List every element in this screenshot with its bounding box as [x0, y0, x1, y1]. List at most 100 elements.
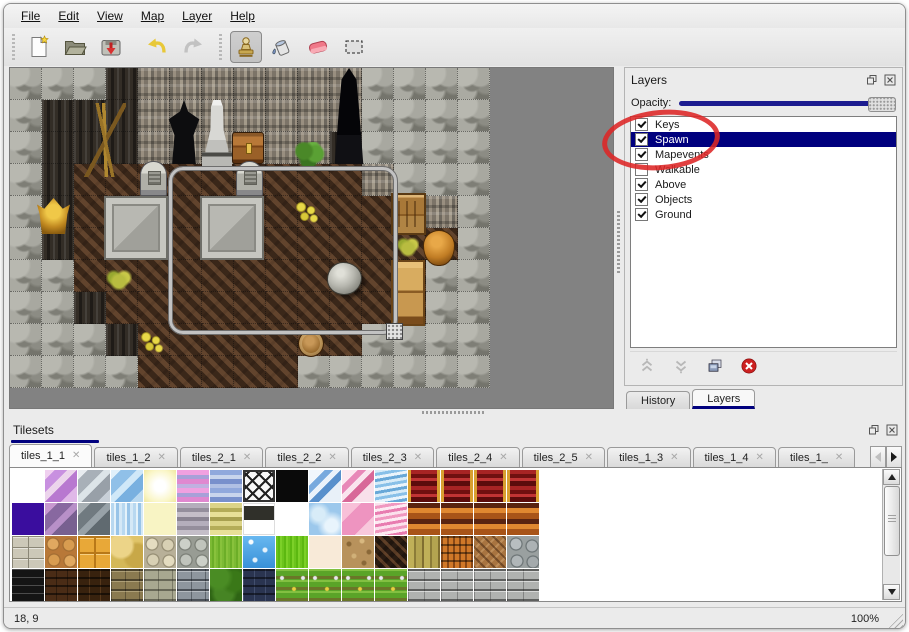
tileset-tile-stones-gray[interactable]	[507, 536, 539, 568]
map-canvas[interactable]	[10, 68, 490, 388]
tileset-tile-cobble-orange[interactable]	[45, 536, 77, 568]
tileset-tile-glow-yellow[interactable]	[144, 470, 176, 502]
selection-resize-handle[interactable]	[386, 323, 403, 340]
tileset-tile-tile-orange[interactable]	[78, 536, 110, 568]
opacity-slider[interactable]	[679, 96, 896, 110]
tileset-tile-stripe-blue[interactable]	[210, 470, 242, 502]
tileset-tab-tiles_1_3[interactable]: tiles_1_3✕	[607, 447, 690, 468]
float-panel-button[interactable]	[867, 424, 880, 437]
tileset-tile-glass-gray[interactable]	[78, 470, 110, 502]
scroll-down-button[interactable]	[883, 584, 900, 600]
layer-row-objects[interactable]: Objects	[631, 192, 896, 207]
new-file-button[interactable]	[23, 31, 55, 63]
tileset-tile-water-streak[interactable]	[111, 503, 143, 535]
tileset-tile-black[interactable]	[276, 470, 308, 502]
tileset-tile-brick-grayh[interactable]	[408, 569, 440, 601]
menu-help[interactable]: Help	[221, 6, 264, 26]
tileset-tile-stone-yellow[interactable]	[111, 536, 143, 568]
float-panel-button[interactable]	[865, 74, 878, 87]
tileset-tile-grass-flowers[interactable]	[309, 569, 341, 601]
layer-row-spawn[interactable]: Spawn	[631, 132, 896, 147]
tileset-tile-brick-brown[interactable]	[78, 569, 110, 601]
close-tab-icon[interactable]: ✕	[499, 453, 507, 463]
tileset-tile-brick-black[interactable]	[12, 569, 44, 601]
tileset-tile-grass-flowers[interactable]	[342, 569, 374, 601]
tileset-tab-tiles_2_1[interactable]: tiles_2_1✕	[180, 447, 263, 468]
tileset-tile-brick-grayh[interactable]	[441, 569, 473, 601]
undo-button[interactable]	[141, 31, 173, 63]
tileset-tile-brick-gray[interactable]	[177, 569, 209, 601]
tileset-tile-orangewall[interactable]	[474, 503, 506, 535]
opacity-slider-handle[interactable]	[868, 97, 896, 112]
layer-visibility-checkbox[interactable]	[635, 193, 648, 206]
rect-select-tool-button[interactable]	[338, 31, 370, 63]
tileset-tile-redwall[interactable]	[474, 470, 506, 502]
toolbar-drag-handle[interactable]	[217, 34, 224, 60]
tileset-tab-tiles_1_1[interactable]: tiles_1_1✕	[9, 444, 92, 468]
selection-rect[interactable]	[169, 167, 397, 334]
tileset-tile-plaque[interactable]	[243, 503, 275, 535]
menu-edit[interactable]: Edit	[49, 6, 88, 26]
menu-map[interactable]: Map	[132, 6, 173, 26]
map-viewport[interactable]	[9, 67, 614, 409]
save-file-button[interactable]	[95, 31, 127, 63]
layer-row-keys[interactable]: Keys	[631, 117, 896, 132]
open-file-button[interactable]	[59, 31, 91, 63]
tileset-tile-glass-purple[interactable]	[45, 470, 77, 502]
layer-row-mapevents[interactable]: Mapevents	[631, 147, 896, 162]
tileset-tile-grass-flowers[interactable]	[375, 569, 407, 601]
tileset-tile-hedge[interactable]	[210, 569, 242, 601]
close-tab-icon[interactable]: ✕	[243, 453, 251, 463]
stamp-tool-button[interactable]	[230, 31, 262, 63]
layer-visibility-checkbox[interactable]	[635, 118, 648, 131]
tileset-tile-stone-blocks[interactable]	[12, 536, 44, 568]
tileset-tile-stripe-olive[interactable]	[210, 503, 242, 535]
tileset-tab-tiles_2_5[interactable]: tiles_2_5✕	[522, 447, 605, 468]
tileset-tile-water[interactable]	[243, 536, 275, 568]
layer-visibility-checkbox[interactable]	[635, 148, 648, 161]
tileset-tile-orangewall[interactable]	[441, 503, 473, 535]
close-tab-icon[interactable]: ✕	[756, 453, 764, 463]
tab-scroll-left-button[interactable]	[870, 446, 886, 468]
tileset-tile-cobble-beige[interactable]	[144, 536, 176, 568]
close-tab-icon[interactable]: ✕	[585, 453, 593, 463]
tileset-tile-brick-grayh[interactable]	[507, 569, 539, 601]
tab-scroll-right-button[interactable]	[886, 446, 902, 468]
tileset-tile-wave-blue[interactable]	[375, 470, 407, 502]
tab-layers[interactable]: Layers	[692, 389, 755, 409]
tileset-tile-lattice[interactable]	[243, 470, 275, 502]
tileset-tile-glass-purple2[interactable]	[45, 503, 77, 535]
tileset-tile-glass-blue2[interactable]	[309, 470, 341, 502]
tileset-tab-tiles_2_3[interactable]: tiles_2_3✕	[351, 447, 434, 468]
tab-history[interactable]: History	[626, 391, 690, 409]
tileset-tile-orangewall[interactable]	[408, 503, 440, 535]
delete-layer-button[interactable]	[738, 355, 760, 377]
duplicate-layer-button[interactable]	[704, 355, 726, 377]
tileset-tile-planks-olive[interactable]	[408, 536, 440, 568]
layer-visibility-checkbox[interactable]	[635, 133, 648, 146]
tileset-tab-tiles_2_4[interactable]: tiles_2_4✕	[436, 447, 519, 468]
move-layer-down-button[interactable]	[670, 355, 692, 377]
menu-file[interactable]: File	[12, 6, 49, 26]
tileset-tile-glass-blue[interactable]	[111, 470, 143, 502]
tileset-scrollbar[interactable]	[882, 469, 900, 600]
tileset-tab-tiles_2_2[interactable]: tiles_2_2✕	[265, 447, 348, 468]
menu-layer[interactable]: Layer	[173, 6, 221, 26]
tileset-tile-grass-flowers[interactable]	[276, 569, 308, 601]
close-tab-icon[interactable]: ✕	[670, 453, 678, 463]
tileset-tile-white[interactable]	[276, 503, 308, 535]
tileset-tile-peach[interactable]	[309, 536, 341, 568]
layer-visibility-checkbox[interactable]	[635, 178, 648, 191]
close-tab-icon[interactable]: ✕	[328, 453, 336, 463]
tileset-tile-brick-graygreen[interactable]	[144, 569, 176, 601]
scrollbar-thumb[interactable]	[884, 486, 900, 556]
tileset-tile-stripe-pink[interactable]	[177, 470, 209, 502]
close-tab-icon[interactable]: ✕	[835, 453, 843, 463]
vertical-splitter-handle[interactable]	[616, 209, 621, 273]
tileset-tile-redwall[interactable]	[408, 470, 440, 502]
tileset-tile-pink[interactable]	[342, 503, 374, 535]
close-panel-button[interactable]	[885, 424, 898, 437]
tileset-tile-wood-dark[interactable]	[375, 536, 407, 568]
tileset-tab-tiles_1_2[interactable]: tiles_1_2✕	[94, 447, 177, 468]
tileset-tile-brick-stone[interactable]	[111, 569, 143, 601]
